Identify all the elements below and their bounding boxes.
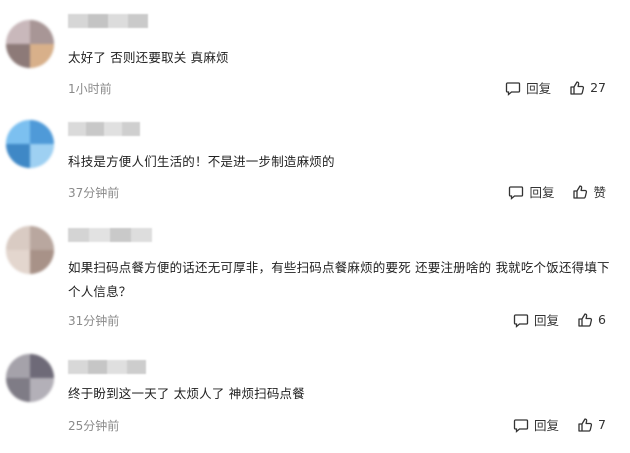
reply-label: 回复: [529, 185, 555, 200]
like-count: 7: [598, 417, 606, 432]
comment-text: 终于盼到这一天了 太烦人了 神烦扫码点餐: [68, 386, 305, 401]
like-button[interactable]: 27: [569, 80, 606, 96]
avatar[interactable]: [6, 20, 54, 68]
like-button[interactable]: 7: [577, 417, 606, 433]
comment-time: 37分钟前: [68, 186, 120, 200]
comment-text: 太好了 否则还要取关 真麻烦: [68, 50, 229, 65]
comment-icon: [509, 185, 524, 200]
like-count: 27: [590, 80, 606, 95]
comment-actions: 回复 27: [505, 78, 606, 97]
like-label: 赞: [593, 185, 606, 200]
comment-time: 1小时前: [68, 82, 112, 96]
thumbs-up-icon: [573, 184, 588, 199]
comment-time: 25分钟前: [68, 419, 120, 433]
comment-text: 如果扫码点餐方便的话还无可厚非，有些扫码点餐麻烦的要死 还要注册啥的 我就吃个饭…: [68, 260, 610, 299]
comment-actions: 回复 赞: [508, 182, 606, 201]
comment-icon: [505, 81, 521, 96]
reply-button[interactable]: 回复: [508, 182, 554, 201]
username[interactable]: [68, 122, 140, 136]
avatar[interactable]: [6, 120, 54, 168]
like-button[interactable]: 6: [577, 312, 606, 328]
comment-actions: 回复 6: [513, 310, 606, 329]
like-button[interactable]: 赞: [572, 182, 606, 201]
avatar[interactable]: [6, 226, 54, 274]
reply-button[interactable]: 回复: [513, 310, 559, 329]
reply-label: 回复: [526, 81, 552, 96]
reply-label: 回复: [534, 313, 560, 328]
thumbs-up-icon: [570, 80, 585, 95]
like-count: 6: [598, 312, 606, 327]
comment-time: 31分钟前: [68, 314, 120, 328]
username[interactable]: [68, 360, 146, 374]
comment-icon: [513, 313, 529, 328]
username[interactable]: [68, 14, 148, 28]
thumbs-up-icon: [578, 312, 593, 327]
comment-actions: 回复 7: [513, 415, 606, 434]
thumbs-up-icon: [578, 417, 593, 432]
reply-label: 回复: [534, 418, 560, 433]
avatar[interactable]: [6, 354, 54, 402]
username[interactable]: [68, 228, 152, 242]
comment-icon: [513, 418, 529, 433]
reply-button[interactable]: 回复: [505, 78, 551, 97]
reply-button[interactable]: 回复: [513, 415, 559, 434]
comment-text: 科技是方便人们生活的！不是进一步制造麻烦的: [68, 154, 335, 169]
